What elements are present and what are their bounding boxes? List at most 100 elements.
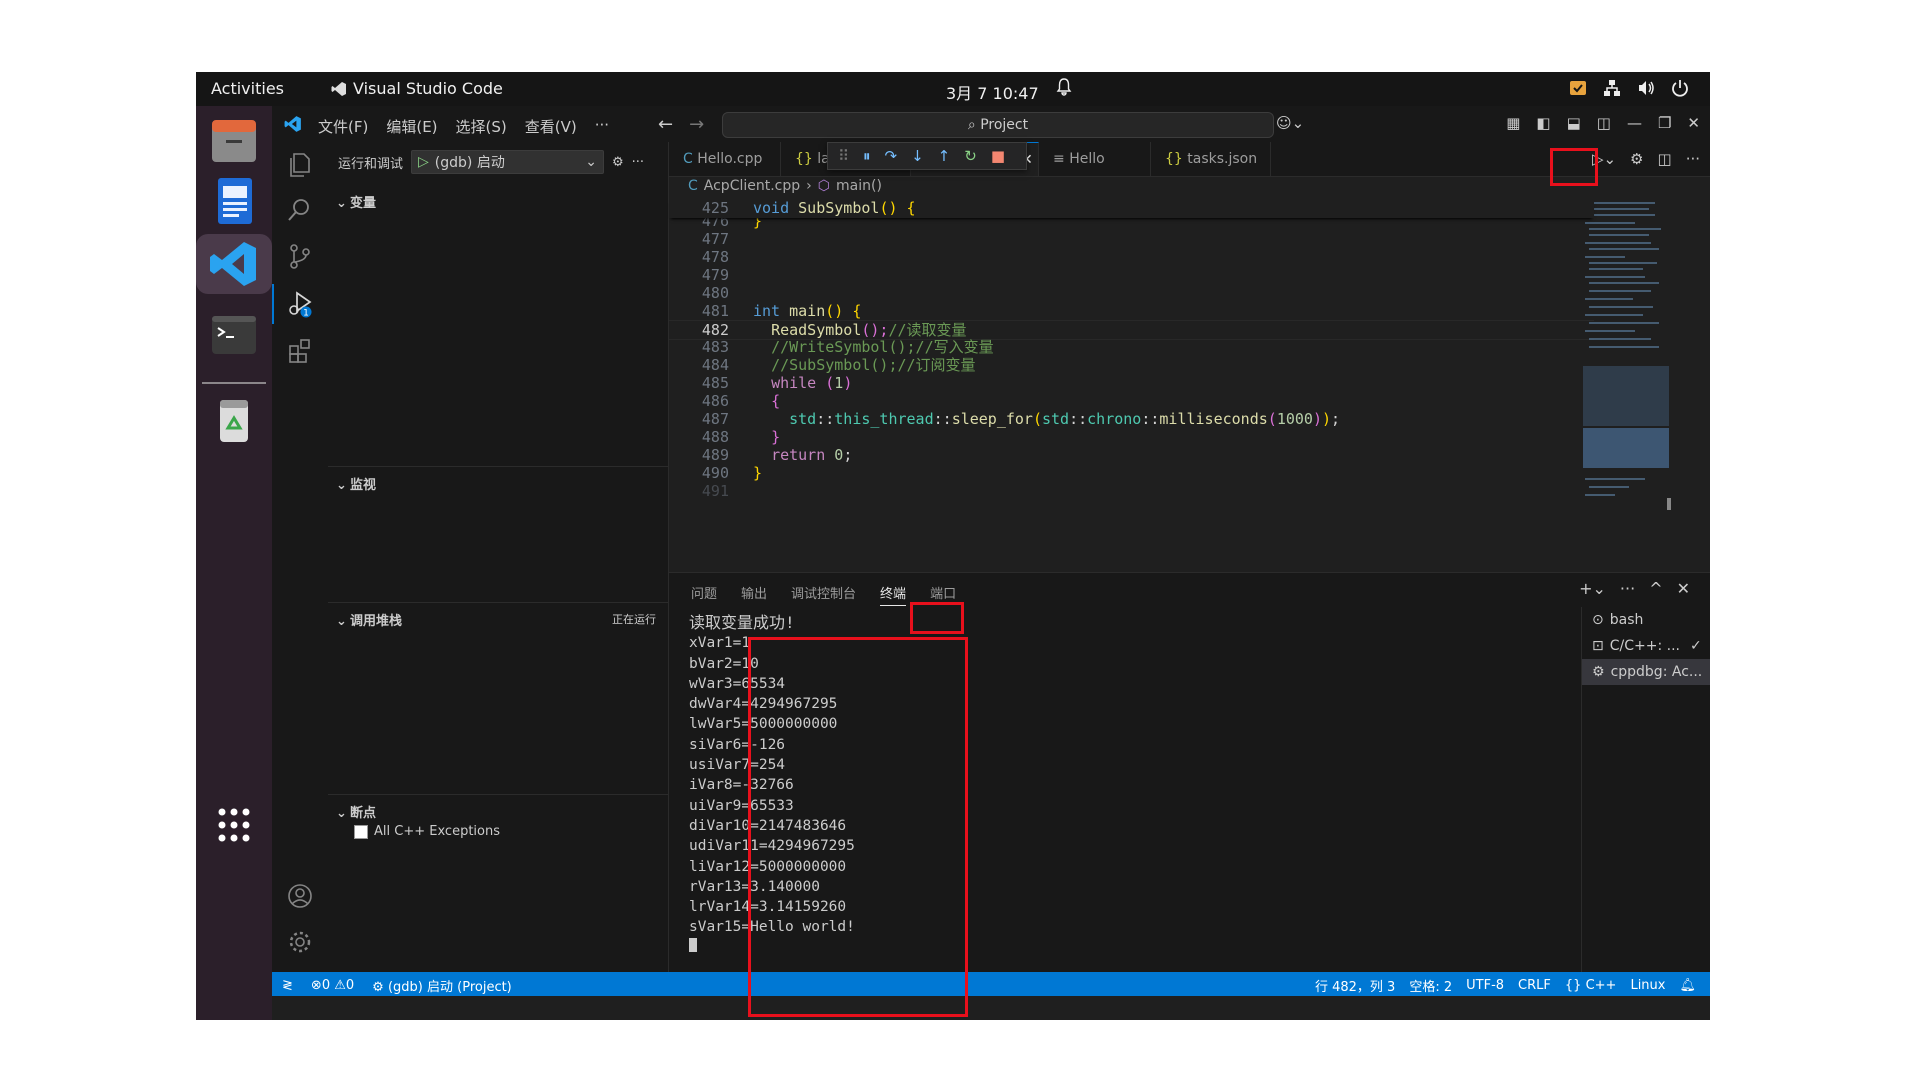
cpp-file-icon: C (683, 151, 693, 167)
vscode-icon (331, 81, 346, 96)
source-control-icon[interactable] (286, 242, 314, 270)
terminal-item-bash[interactable]: ⊙ bash (1582, 607, 1710, 633)
encoding[interactable]: UTF-8 (1466, 978, 1504, 993)
vscode-dock-icon[interactable] (196, 234, 272, 294)
run-debug-icon[interactable]: 1 (286, 290, 314, 319)
back-arrow-icon[interactable]: ← (658, 114, 673, 135)
tab-debug-console[interactable]: 调试控制台 (791, 583, 856, 606)
section-call-stack[interactable]: ⌄ 调用堆栈 正在运行 (328, 610, 668, 629)
app-menu[interactable]: Visual Studio Code (331, 79, 503, 98)
drag-handle-icon[interactable]: ⠿ (838, 147, 849, 165)
menu-file[interactable]: 文件(F) (318, 116, 368, 137)
toggle-secondary-sidebar-icon[interactable]: ◫ (1597, 114, 1611, 132)
cursor-position[interactable]: 行 482，列 3 (1315, 976, 1395, 995)
explorer-icon[interactable] (286, 150, 314, 178)
command-center[interactable]: ⌕ Project (722, 112, 1274, 138)
tab-hello[interactable]: ≡ Hello (1039, 142, 1151, 176)
system-tray[interactable] (1568, 78, 1690, 98)
menu-view[interactable]: 查看(V) (525, 116, 577, 137)
language-label: C++ (1585, 978, 1617, 993)
restart-icon[interactable]: ↻ (964, 147, 977, 165)
problems-status[interactable]: ⊗0 ⚠0 (311, 978, 354, 993)
section-breakpoints[interactable]: ⌄ 断点 (328, 802, 668, 821)
line-ending[interactable]: CRLF (1518, 978, 1551, 993)
breakpoint-checkbox[interactable] (354, 824, 368, 839)
tab-hello-cpp[interactable]: C Hello.cpp (669, 142, 781, 176)
toggle-panel-icon[interactable]: ⬓ (1567, 114, 1581, 132)
minimize-icon[interactable]: — (1627, 114, 1642, 132)
toggle-sidebar-icon[interactable]: ◧ (1536, 114, 1550, 132)
pause-icon[interactable]: ⏸ (863, 147, 871, 165)
step-out-icon[interactable]: ↑ (938, 147, 951, 165)
terminal-item-cpp-task[interactable]: ⊡ C/C++: ... ✓ (1582, 633, 1710, 659)
app-grid-icon[interactable] (206, 800, 262, 850)
remote-icon[interactable]: ≷ (282, 978, 293, 993)
trash-icon[interactable] (206, 396, 262, 446)
files-icon[interactable] (206, 116, 262, 166)
window-controls: ▦ ◧ ⬓ ◫ — ❐ ✕ (1506, 114, 1700, 132)
close-panel-icon[interactable]: ✕ (1677, 579, 1690, 598)
writer-icon[interactable] (206, 176, 262, 226)
code-editor[interactable]: 425 void SubSymbol() { 476} 477 478 479 4… (669, 198, 1710, 500)
menu-more[interactable]: ··· (595, 116, 609, 137)
editor-settings-gear-icon[interactable]: ⚙ (1630, 150, 1643, 168)
stop-icon[interactable]: ■ (991, 147, 1005, 165)
terminal-item-cppdbg[interactable]: ⚙ cppdbg: Ac... (1582, 659, 1710, 685)
new-terminal-icon[interactable]: +⌄ (1579, 579, 1606, 598)
breadcrumb-file[interactable]: AcpClient.cpp (704, 178, 800, 194)
tab-output[interactable]: 输出 (741, 583, 767, 606)
terminal-dock-icon[interactable] (206, 310, 262, 360)
status-bar: ≷ ⊗0 ⚠0 ⚙ (gdb) 启动 (Project) 行 482，列 3 空… (272, 972, 1710, 996)
sticky-scroll[interactable]: 425 void SubSymbol() { (669, 198, 1594, 218)
minimap[interactable] (1581, 198, 1671, 578)
power-icon[interactable] (1670, 78, 1690, 98)
search-activity-icon[interactable] (286, 196, 314, 224)
forward-arrow-icon[interactable]: → (689, 114, 704, 135)
start-debug-icon[interactable]: ▷ (418, 154, 429, 170)
panel-more-icon[interactable]: ··· (1620, 579, 1635, 598)
customize-layout-icon[interactable]: ▦ (1506, 114, 1520, 132)
code-text: while (771, 374, 817, 392)
tab-terminal[interactable]: 终端 (880, 583, 907, 606)
sidebar-more-icon[interactable]: ··· (632, 155, 644, 170)
os-label[interactable]: Linux (1630, 978, 1665, 993)
split-editor-icon[interactable]: ◫ (1658, 150, 1672, 168)
step-over-icon[interactable]: ↷ (885, 147, 898, 165)
terminal-icon: ⊡ (1592, 638, 1604, 654)
close-window-icon[interactable]: ✕ (1687, 114, 1700, 132)
maximize-panel-icon[interactable]: ^ (1649, 579, 1662, 598)
indentation[interactable]: 空格: 2 (1409, 976, 1452, 995)
network-icon[interactable] (1602, 78, 1622, 98)
breadcrumb: C AcpClient.cpp › ⬡ main() (688, 178, 882, 194)
menu-selection[interactable]: 选择(S) (456, 116, 507, 137)
section-variables[interactable]: ⌄ 变量 (328, 192, 668, 211)
code-text: (); (861, 321, 889, 339)
manage-gear-icon[interactable] (286, 928, 314, 956)
update-icon[interactable] (1568, 78, 1588, 98)
restore-icon[interactable]: ❐ (1658, 114, 1671, 132)
tab-problems[interactable]: 问题 (691, 583, 717, 606)
language-mode[interactable]: {} C++ (1565, 978, 1617, 993)
accounts-icon[interactable] (286, 882, 314, 910)
section-watch[interactable]: ⌄ 监视 (328, 474, 668, 493)
menu-edit[interactable]: 编辑(E) (386, 116, 437, 137)
app-name: Visual Studio Code (353, 79, 503, 98)
step-into-icon[interactable]: ↓ (911, 147, 924, 165)
debug-status[interactable]: ⚙ (gdb) 启动 (Project) (372, 976, 512, 995)
clock[interactable]: 3月 7 10:47 (946, 80, 1039, 104)
chevron-down-icon: ⌄ (336, 806, 347, 821)
volume-icon[interactable] (1636, 78, 1656, 98)
editor-more-icon[interactable]: ··· (1686, 150, 1700, 168)
annotation-terminal-tab (910, 602, 964, 634)
extensions-icon[interactable] (286, 336, 314, 364)
activities-button[interactable]: Activities (211, 79, 284, 98)
notification-bell-icon[interactable] (1056, 78, 1072, 96)
debug-settings-gear-icon[interactable]: ⚙ (612, 155, 624, 170)
tab-tasks-json[interactable]: {} tasks.json (1151, 142, 1271, 176)
breadcrumb-symbol[interactable]: main() (836, 178, 882, 194)
notifications-icon[interactable]: 🔔︎ (1679, 978, 1696, 993)
launch-config-select[interactable]: ▷ (gdb) 启动 ⌄ (411, 150, 605, 174)
breakpoint-label: All C++ Exceptions (374, 824, 500, 839)
breakpoint-item[interactable]: All C++ Exceptions (354, 824, 500, 839)
copilot-icon[interactable]: ☺⌄ (1276, 114, 1304, 132)
